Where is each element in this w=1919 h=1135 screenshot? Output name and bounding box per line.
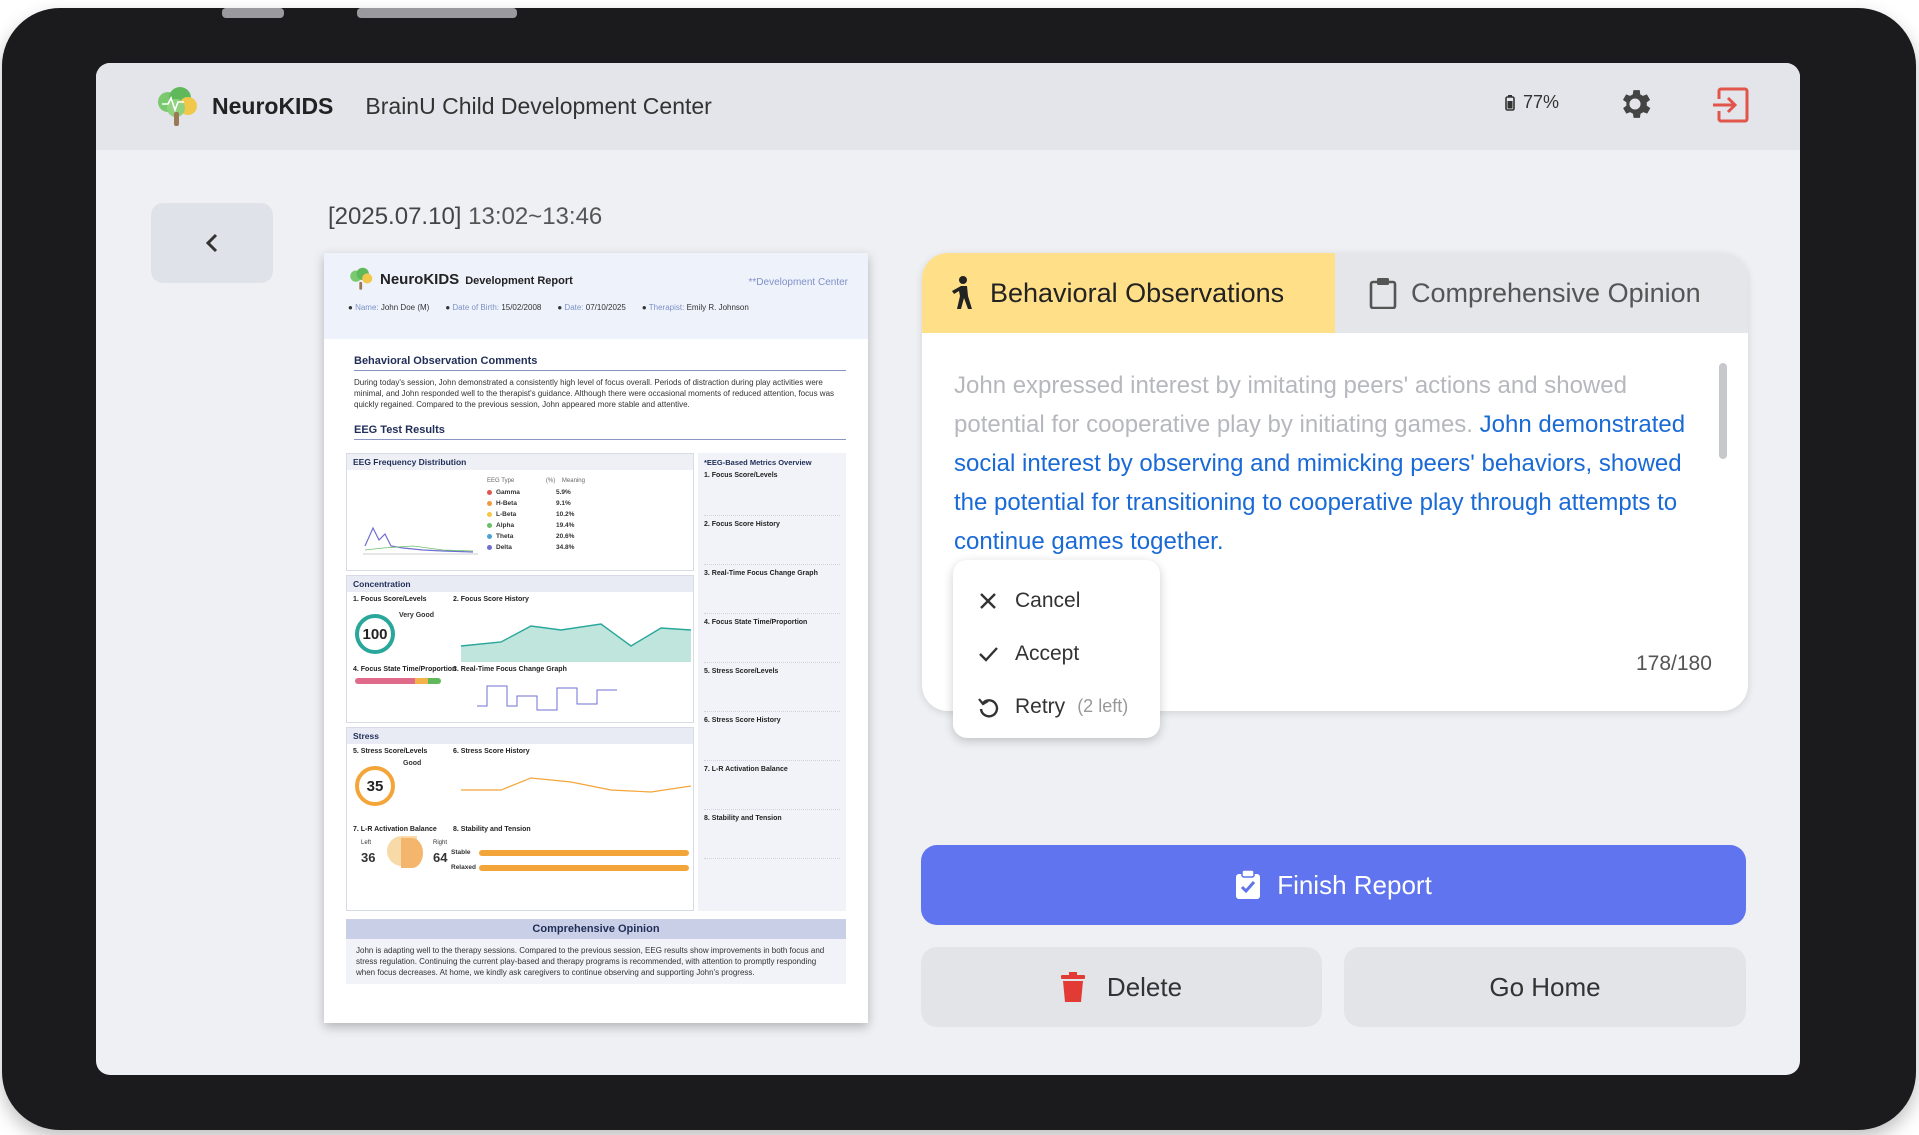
trash-icon: [1060, 972, 1085, 1002]
app-screen: NeuroKIDS BrainU Child Development Cente…: [96, 63, 1800, 1075]
observation-text-area[interactable]: John expressed interest by imitating pee…: [954, 366, 1714, 561]
focus-score-ring: 100: [355, 614, 395, 654]
metric-item: 4. Focus State Time/Proportion: [704, 619, 808, 626]
session-date: [2025.07.10]: [328, 203, 462, 230]
freq-card: EEG Frequency Distribution EEG Type (%) …: [346, 453, 694, 571]
logout-icon[interactable]: [1711, 87, 1749, 123]
focus-realtime-chart: [477, 685, 617, 711]
clipboard-icon: [1369, 278, 1397, 309]
report-header: NeuroKIDS Development Report **Developme…: [324, 253, 868, 339]
center-name: BrainU Child Development Center: [365, 93, 712, 119]
settings-gear-icon[interactable]: [1616, 85, 1654, 123]
report-logo-icon: [350, 267, 373, 290]
report-center: **Development Center: [748, 277, 849, 288]
obs-text: During today's session, John demonstrate…: [354, 378, 835, 409]
back-button[interactable]: [151, 203, 273, 283]
retry-icon: [978, 697, 999, 718]
accept-option[interactable]: Accept: [953, 627, 1160, 680]
concentration-card: Concentration 1. Focus Score/Levels 100 …: [346, 575, 694, 723]
power-button: [357, 8, 517, 18]
character-count: 178/180: [1636, 652, 1712, 675]
metric-item: 8. Stability and Tension: [704, 815, 782, 822]
band-row: Alpha 19.4%: [487, 520, 687, 531]
neurokids-logo-icon: [158, 86, 197, 126]
metric-item: 1. Focus Score/Levels: [704, 472, 778, 479]
report-opinion: Comprehensive Opinion John is adapting w…: [346, 919, 846, 984]
stress-score-ring: 35: [355, 766, 395, 806]
eeg-section-title: EEG Test Results: [354, 424, 846, 440]
band-list: EEG Type (%) Meaning Gamma 5.9% H-Beta 9.1%…: [487, 478, 687, 553]
session-datetime: [2025.07.10] 13:02~13:46: [328, 203, 602, 231]
battery-status: 77%: [1505, 92, 1559, 113]
check-icon: [979, 646, 998, 662]
top-bar: NeuroKIDS BrainU Child Development Cente…: [96, 63, 1800, 150]
band-row: H-Beta 9.1%: [487, 498, 687, 509]
metric-item: 6. Stress Score History: [704, 717, 781, 724]
metric-item: 7. L-R Activation Balance: [704, 766, 788, 773]
focus-history-chart: [460, 623, 691, 662]
tablet-frame: NeuroKIDS BrainU Child Development Cente…: [2, 8, 1916, 1130]
retry-count: (2 left): [1077, 696, 1129, 716]
text-scrollbar[interactable]: [1719, 363, 1727, 459]
stress-card: Stress 5. Stress Score/Levels 35 Good 6.…: [346, 727, 694, 911]
band-row: L-Beta 10.2%: [487, 509, 687, 520]
report-subtitle: Development Report: [465, 274, 573, 287]
person-walking-icon: [952, 276, 972, 309]
battery-level: 77%: [1523, 92, 1560, 112]
band-row: Theta 20.6%: [487, 531, 687, 542]
brand-name: NeuroKIDS: [212, 93, 334, 119]
metrics-overview: *EEG-Based Metrics Overview 1. Focus Sco…: [698, 453, 846, 911]
cancel-option[interactable]: Cancel: [953, 574, 1160, 627]
clipboard-check-icon: [1236, 870, 1261, 899]
finish-report-button[interactable]: Finish Report: [921, 845, 1746, 925]
tab-bar: Behavioral Observations Comprehensive Op…: [922, 253, 1748, 333]
obs-section-title: Behavioral Observation Comments: [354, 355, 846, 371]
metric-item: 2. Focus Score History: [704, 521, 780, 528]
retry-option[interactable]: Retry (2 left): [953, 680, 1160, 733]
tab-behavioral-observations[interactable]: Behavioral Observations: [922, 253, 1335, 333]
go-home-button[interactable]: Go Home: [1344, 947, 1746, 1027]
report-meta: ● Name: John Doe (M) ● Date of Birth: 15…: [348, 303, 749, 312]
report-preview[interactable]: NeuroKIDS Development Report **Developme…: [324, 253, 868, 1023]
volume-button: [222, 8, 284, 18]
delete-button[interactable]: Delete: [921, 947, 1322, 1027]
tab-comprehensive-opinion[interactable]: Comprehensive Opinion: [1334, 253, 1748, 333]
band-row: Gamma 5.9%: [487, 487, 687, 498]
battery-icon: [1505, 94, 1515, 111]
report-brand: NeuroKIDS: [380, 270, 460, 288]
metric-item: 5. Stress Score/Levels: [704, 668, 779, 675]
suggestion-menu: Cancel Accept Retry (2 left): [953, 560, 1160, 738]
eeg-grid: EEG Frequency Distribution EEG Type (%) …: [346, 453, 846, 913]
freq-chart: [363, 526, 478, 555]
metric-item: 3. Real-Time Focus Change Graph: [704, 570, 818, 577]
chevron-left-icon: [205, 233, 218, 253]
band-row: Delta 34.8%: [487, 542, 687, 553]
close-icon: [980, 592, 996, 609]
stress-history-chart: [461, 777, 691, 793]
session-time: 13:02~13:46: [468, 203, 603, 230]
